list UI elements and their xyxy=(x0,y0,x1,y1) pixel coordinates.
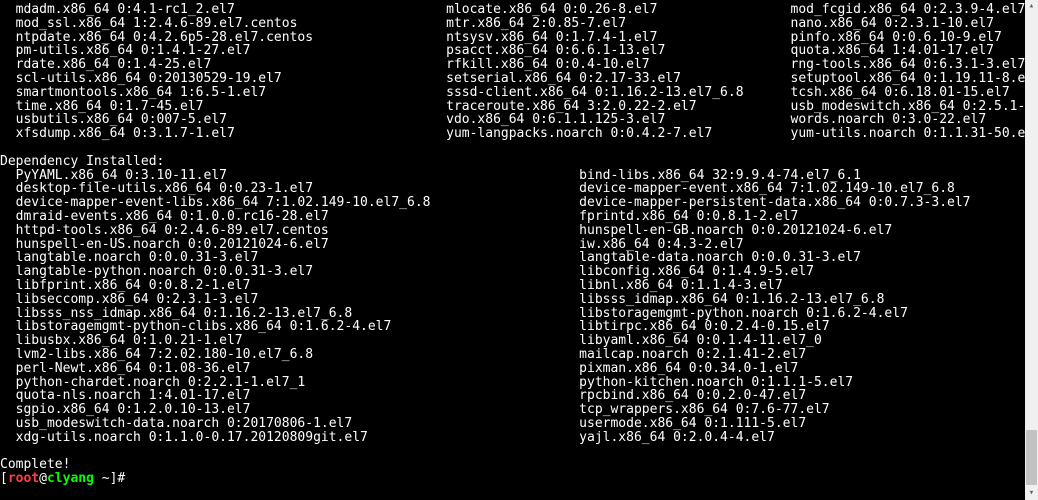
dependency-line: libusbx.x86_64 0:1.0.21-1.el7 libyaml.x8… xyxy=(0,334,1025,348)
complete-line: Complete! xyxy=(0,458,1025,472)
prompt-host: clyang xyxy=(47,471,94,486)
prompt-dir: ~ xyxy=(102,471,110,486)
dependency-line: perl-Newt.x86_64 0:1.08-36.el7 pixman.x8… xyxy=(0,362,1025,376)
dependency-line: dmraid-events.x86_64 0:1.0.0.rc16-28.el7… xyxy=(0,210,1025,224)
dependency-line: xdg-utils.noarch 0:1.1.0-0.17.20120809gi… xyxy=(0,431,1025,445)
dependency-line: langtable.noarch 0:0.0.31-3.el7 langtabl… xyxy=(0,251,1025,265)
dependency-line: libseccomp.x86_64 0:2.3.1-3.el7 libsss_i… xyxy=(0,293,1025,307)
dependency-line: lvm2-libs.x86_64 7:2.02.180-10.el7_6.8 m… xyxy=(0,348,1025,362)
dependency-line: langtable-python.noarch 0:0.0.31-3.el7 l… xyxy=(0,265,1025,279)
prompt-hash: # xyxy=(117,471,125,486)
terminal-output[interactable]: mdadm.x86_64 0:4.1-rc1_2.el7 mlocate.x86… xyxy=(0,0,1025,500)
package-line: xfsdump.x86_64 0:3.1.7-1.el7 yum-langpac… xyxy=(0,127,1025,141)
dependency-line: usb_modeswitch-data.noarch 0:20170806-1.… xyxy=(0,417,1025,431)
dependency-header: Dependency Installed: xyxy=(0,155,1025,169)
scrollbar-track[interactable]: ▴ ▾ xyxy=(1025,0,1038,500)
package-line: scl-utils.x86_64 0:20130529-19.el7 setse… xyxy=(0,72,1025,86)
dependency-line: python-chardet.noarch 0:2.2.1-1.el7_1 py… xyxy=(0,376,1025,390)
scrollbar-up-arrow[interactable]: ▴ xyxy=(1025,0,1038,13)
terminal-viewport: mdadm.x86_64 0:4.1-rc1_2.el7 mlocate.x86… xyxy=(0,0,1038,500)
prompt-open-bracket: [ xyxy=(0,471,8,486)
package-line: smartmontools.x86_64 1:6.5-1.el7 sssd-cl… xyxy=(0,86,1025,100)
blank-line xyxy=(0,141,1025,155)
dependency-line: desktop-file-utils.x86_64 0:0.23-1.el7 d… xyxy=(0,182,1025,196)
prompt-at: @ xyxy=(39,471,47,486)
dependency-line: sgpio.x86_64 0:1.2.0.10-13.el7 tcp_wrapp… xyxy=(0,403,1025,417)
prompt-user: root xyxy=(8,471,39,486)
package-line: time.x86_64 0:1.7-45.el7 traceroute.x86_… xyxy=(0,100,1025,114)
shell-prompt[interactable]: [root@clyang ~]# xyxy=(0,472,1025,486)
package-line: rdate.x86_64 0:1.4-25.el7 rfkill.x86_64 … xyxy=(0,58,1025,72)
dependency-line: libsss_nss_idmap.x86_64 0:1.16.2-13.el7_… xyxy=(0,307,1025,321)
prompt-space xyxy=(94,471,102,486)
package-line: mdadm.x86_64 0:4.1-rc1_2.el7 mlocate.x86… xyxy=(0,3,1025,17)
dependency-line: device-mapper-event-libs.x86_64 7:1.02.1… xyxy=(0,196,1025,210)
dependency-line: libstoragemgmt-python-clibs.x86_64 0:1.6… xyxy=(0,320,1025,334)
dependency-line: quota-nls.noarch 1:4.01-17.el7 rpcbind.x… xyxy=(0,389,1025,403)
cursor xyxy=(133,473,140,486)
scrollbar-thumb[interactable] xyxy=(1026,430,1037,485)
dependency-line: hunspell-en-US.noarch 0:0.20121024-6.el7… xyxy=(0,238,1025,252)
scrollbar-down-arrow[interactable]: ▾ xyxy=(1025,487,1038,500)
package-line: ntpdate.x86_64 0:4.2.6p5-28.el7.centos n… xyxy=(0,31,1025,45)
dependency-line: PyYAML.x86_64 0:3.10-11.el7 bind-libs.x8… xyxy=(0,169,1025,183)
blank-line xyxy=(0,445,1025,459)
package-line: pm-utils.x86_64 0:1.4.1-27.el7 psacct.x8… xyxy=(0,44,1025,58)
dependency-line: libfprint.x86_64 0:0.8.2-1.el7 libnl.x86… xyxy=(0,279,1025,293)
package-line: usbutils.x86_64 0:007-5.el7 vdo.x86_64 0… xyxy=(0,113,1025,127)
package-line: mod_ssl.x86_64 1:2.4.6-89.el7.centos mtr… xyxy=(0,17,1025,31)
dependency-line: httpd-tools.x86_64 0:2.4.6-89.el7.centos… xyxy=(0,224,1025,238)
